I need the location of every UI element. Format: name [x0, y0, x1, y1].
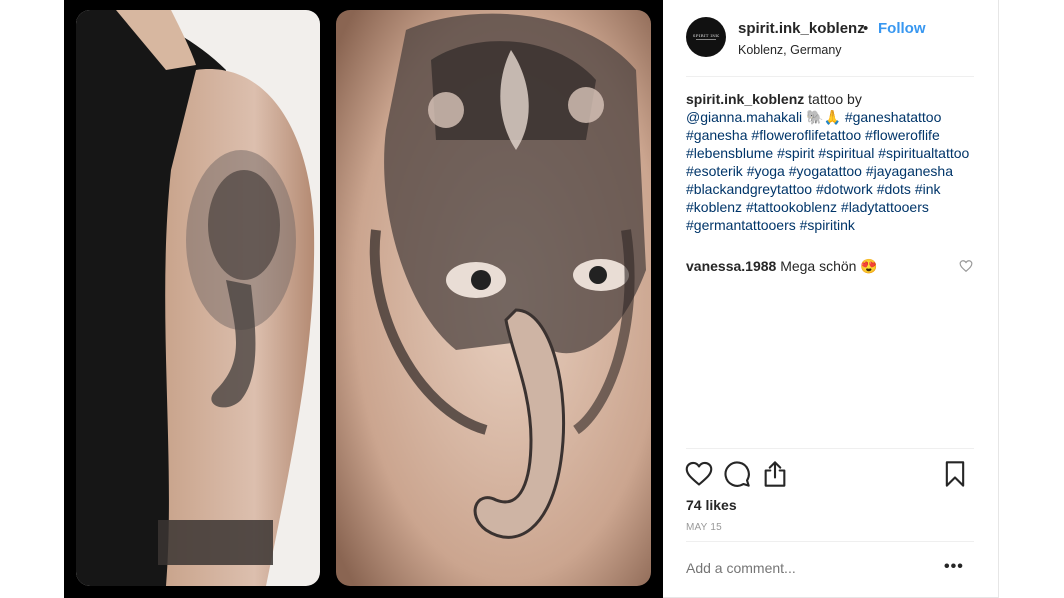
tattoo-photo-closeup: [336, 10, 651, 586]
avatar-logo-text: SPIRIT INK: [692, 33, 720, 38]
comment-row: vanessa.1988 Mega schön 😍: [686, 257, 976, 275]
caption-username[interactable]: spirit.ink_koblenz: [686, 91, 804, 107]
divider: [686, 448, 974, 449]
comment-username[interactable]: vanessa.1988: [686, 258, 776, 274]
heart-icon[interactable]: [685, 460, 713, 488]
header-username[interactable]: spirit.ink_koblenz: [738, 20, 865, 37]
share-icon[interactable]: [761, 460, 789, 488]
hashtag[interactable]: #ladytattooers: [841, 199, 929, 215]
hashtag[interactable]: #spiritual: [818, 145, 874, 161]
post-sidebar: SPIRIT INK spirit.ink_koblenz • Follow K…: [663, 0, 999, 598]
caption-text: tattoo by: [804, 91, 862, 107]
post-header: SPIRIT INK spirit.ink_koblenz • Follow K…: [686, 14, 974, 77]
more-options-button[interactable]: •••: [944, 558, 964, 576]
add-comment-input[interactable]: [686, 560, 926, 576]
instagram-post: SPIRIT INK spirit.ink_koblenz • Follow K…: [64, 0, 999, 598]
follow-button[interactable]: Follow: [878, 20, 926, 37]
hashtag[interactable]: #koblenz: [686, 199, 742, 215]
comment-like-heart-icon[interactable]: [959, 259, 973, 273]
hashtag[interactable]: #ganesha: [686, 127, 748, 143]
hashtag[interactable]: #dotwork: [816, 181, 873, 197]
hashtag[interactable]: #ganeshatattoo: [845, 109, 942, 125]
avatar-logo-line: [696, 39, 716, 40]
hashtag[interactable]: #yoga: [747, 163, 785, 179]
comment-icon[interactable]: [723, 460, 751, 488]
comment-text: Mega schön 😍: [776, 258, 878, 274]
hashtag[interactable]: #lebensblume: [686, 145, 773, 161]
hashtag[interactable]: #blackandgreytattoo: [686, 181, 812, 197]
hashtag[interactable]: #spirit: [777, 145, 814, 161]
hashtag[interactable]: #yogatattoo: [789, 163, 862, 179]
bookmark-icon[interactable]: [941, 460, 969, 488]
hashtag[interactable]: #spiritink: [800, 217, 855, 233]
caption-emoji: 🐘🙏: [802, 109, 845, 125]
hashtag[interactable]: #esoterik: [686, 163, 743, 179]
separator-dot: •: [863, 20, 869, 37]
hashtag[interactable]: #ink: [915, 181, 941, 197]
post-date[interactable]: MAY 15: [686, 522, 722, 533]
hashtag[interactable]: #jayaganesha: [866, 163, 953, 179]
post-caption: spirit.ink_koblenz tattoo by @gianna.mah…: [686, 90, 976, 234]
post-image[interactable]: [64, 0, 663, 598]
hashtag[interactable]: #spiritualtattoo: [878, 145, 969, 161]
location-link[interactable]: Koblenz, Germany: [738, 43, 842, 57]
hashtag[interactable]: #dots: [877, 181, 911, 197]
hashtag[interactable]: #tattookoblenz: [746, 199, 837, 215]
avatar[interactable]: SPIRIT INK: [686, 17, 726, 57]
tattoo-photo-arm: [76, 10, 320, 586]
divider: [686, 541, 974, 542]
likes-count[interactable]: 74 likes: [686, 497, 737, 513]
hashtag[interactable]: #floweroflifetattoo: [751, 127, 861, 143]
hashtag[interactable]: #germantattooers: [686, 217, 796, 233]
hashtag[interactable]: #floweroflife: [865, 127, 940, 143]
caption-mention[interactable]: @gianna.mahakali: [686, 109, 802, 125]
